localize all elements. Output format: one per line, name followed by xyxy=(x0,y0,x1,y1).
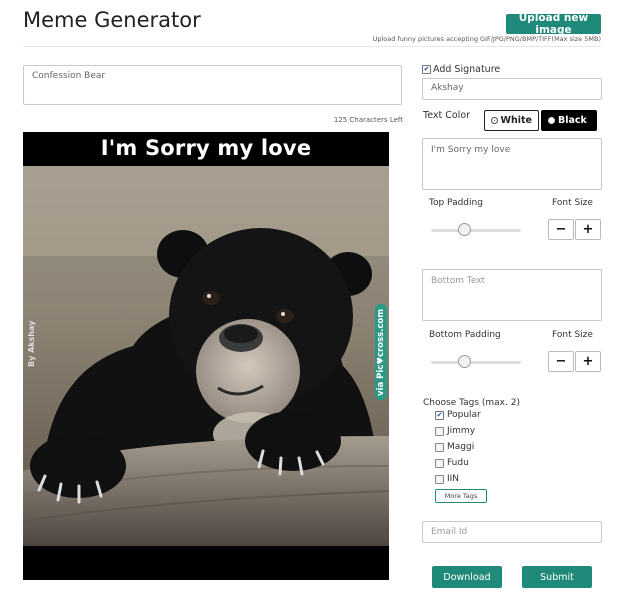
bottom-padding-slider[interactable] xyxy=(431,355,521,369)
tag-label: IIN xyxy=(447,474,460,484)
upload-image-button[interactable]: Upload new image xyxy=(506,12,601,36)
black-option-label: Black xyxy=(558,115,587,126)
text-color-label: Text Color xyxy=(423,110,471,121)
white-option-label: White xyxy=(500,115,532,126)
watermark-badge: via Pic♥cross.com xyxy=(375,304,387,400)
slider-thumb[interactable] xyxy=(458,223,471,236)
slider-track xyxy=(431,361,521,364)
top-font-size-label: Font Size xyxy=(552,198,593,208)
radio-selected-icon[interactable] xyxy=(491,117,498,124)
checkbox-icon[interactable] xyxy=(435,458,444,468)
tag-popular[interactable]: ✔ Popular xyxy=(435,410,481,420)
tags-label: Choose Tags (max. 2) xyxy=(423,398,520,408)
app-title: Meme Generator xyxy=(23,8,201,32)
top-padding-label: Top Padding xyxy=(429,198,483,208)
tag-fudu[interactable]: Fudu xyxy=(435,458,469,468)
meme-top-text: I'm Sorry my love xyxy=(100,136,312,160)
slider-thumb[interactable] xyxy=(458,355,471,368)
top-font-increase-button[interactable]: + xyxy=(575,219,601,240)
download-button[interactable]: Download xyxy=(432,566,502,588)
checkbox-icon[interactable] xyxy=(435,442,444,452)
bottom-font-size-label: Font Size xyxy=(552,330,593,340)
bottom-padding-label: Bottom Padding xyxy=(429,330,501,340)
signature-input[interactable]: Akshay xyxy=(422,78,602,100)
checkbox-icon[interactable] xyxy=(435,474,444,484)
submit-button[interactable]: Submit xyxy=(522,566,592,588)
tag-label: Maggi xyxy=(447,442,475,452)
top-text-textarea[interactable]: I'm Sorry my love xyxy=(422,138,602,190)
text-color-black-option[interactable]: Black xyxy=(541,110,597,131)
text-color-white-option[interactable]: White xyxy=(484,110,539,131)
bottom-font-decrease-button[interactable]: − xyxy=(548,351,574,372)
caption-textarea[interactable]: Confession Bear xyxy=(23,65,402,105)
checkbox-checked-icon[interactable]: ✔ xyxy=(435,410,444,420)
add-signature-checkbox[interactable]: ✔ Add Signature xyxy=(422,64,500,75)
tag-maggi[interactable]: Maggi xyxy=(435,442,474,452)
tag-label: Fudu xyxy=(447,458,469,468)
email-field[interactable]: Email Id xyxy=(422,521,602,543)
checkbox-checked-icon[interactable]: ✔ xyxy=(422,65,431,74)
tag-iin[interactable]: IIN xyxy=(435,474,459,484)
radio-icon[interactable] xyxy=(548,117,555,124)
characters-left-counter: 125 Characters Left xyxy=(333,116,403,124)
header-divider xyxy=(23,46,601,47)
slider-track xyxy=(431,229,521,232)
bottom-text-textarea[interactable]: Bottom Text xyxy=(422,269,602,321)
meme-preview: I'm Sorry my love By Akshay via Pic♥cros… xyxy=(23,132,389,580)
upload-hint: Upload funny pictures accepting GIF/JPG/… xyxy=(372,35,601,43)
add-signature-label: Add Signature xyxy=(433,64,501,75)
bottom-font-increase-button[interactable]: + xyxy=(575,351,601,372)
bear-photo xyxy=(23,166,389,546)
tag-label: Jimmy xyxy=(447,426,476,436)
top-font-decrease-button[interactable]: − xyxy=(548,219,574,240)
top-padding-slider[interactable] xyxy=(431,223,521,237)
meme-signature: By Akshay xyxy=(27,320,36,367)
tag-label: Popular xyxy=(447,410,481,420)
more-tags-button[interactable]: More Tags xyxy=(435,489,487,503)
watermark-text: via Pic♥cross.com xyxy=(376,308,386,396)
checkbox-icon[interactable] xyxy=(435,426,444,436)
tag-jimmy[interactable]: Jimmy xyxy=(435,426,475,436)
